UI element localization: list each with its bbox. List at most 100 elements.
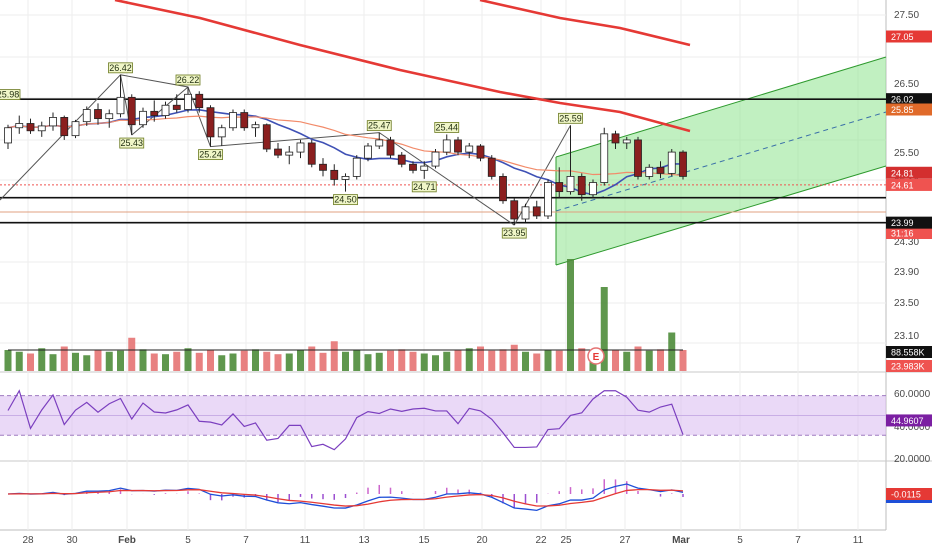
candle-body-42 — [476, 145, 485, 159]
candle-body-26 — [296, 142, 305, 153]
volume-bar-55 — [623, 351, 631, 371]
candle-body-1 — [15, 123, 24, 129]
candle-body-13 — [150, 110, 159, 116]
volume-bar-2 — [27, 353, 34, 371]
candle-body-14 — [161, 104, 170, 116]
volume-bar-49 — [555, 350, 563, 371]
price-tag-label-4: 24.61 — [891, 180, 914, 190]
candle-body-53 — [600, 133, 609, 183]
candle-body-35 — [397, 154, 406, 165]
candle-body-10 — [116, 96, 125, 115]
candle-body-49 — [555, 182, 564, 193]
volume-bar-10 — [117, 350, 124, 371]
page-bg — [0, 0, 932, 550]
price-tag-label-3: 24.81 — [891, 168, 914, 178]
volume-bar-32 — [364, 354, 372, 371]
candle-body-20 — [229, 112, 237, 129]
candle-body-25 — [285, 151, 294, 156]
time-tick-14: 7 — [795, 535, 801, 546]
time-tick-7: 15 — [418, 535, 430, 546]
volume-bar-28 — [319, 352, 327, 371]
price-tick-12: 23.50 — [894, 298, 919, 309]
time-tick-15: 11 — [853, 535, 864, 546]
pivot-label-1: 26.42 — [109, 63, 132, 73]
volume-bar-18 — [207, 350, 214, 371]
candle-body-37 — [420, 165, 429, 171]
volume-bar-8 — [94, 350, 102, 371]
volume-bar-34 — [387, 350, 394, 371]
pivot-label-2: 25.43 — [120, 138, 143, 148]
chart-background — [0, 0, 932, 550]
volume-bar-4 — [49, 354, 57, 371]
candle-body-32 — [364, 145, 372, 159]
price-tag-label-1: 26.02 — [891, 95, 914, 105]
volume-bar-44 — [499, 349, 507, 371]
time-tick-8: 20 — [476, 535, 488, 546]
candle-body-11 — [127, 96, 136, 126]
candle-body-34 — [386, 139, 395, 156]
pivot-label-10: 25.59 — [559, 113, 582, 123]
candle-body-30 — [341, 176, 350, 180]
candle-body-55 — [622, 139, 631, 144]
price-tick-13: 23.10 — [894, 331, 919, 342]
time-tick-5: 11 — [300, 535, 311, 546]
volume-bar-54 — [612, 350, 619, 371]
candle-body-2 — [26, 123, 35, 132]
candle-body-48 — [544, 182, 552, 217]
pivot-label-8: 25.44 — [435, 122, 458, 132]
volume-bar-9 — [105, 351, 113, 371]
candle-body-46 — [521, 206, 530, 220]
volume-bar-37 — [420, 353, 428, 371]
candle-body-7 — [82, 109, 91, 123]
candle-body-50 — [566, 176, 575, 193]
candle-body-29 — [330, 169, 339, 180]
volume-bar-13 — [150, 353, 158, 371]
candle-body-19 — [217, 127, 226, 138]
candle-body-21 — [240, 112, 249, 129]
volume-bar-21 — [240, 350, 248, 371]
volume-bar-41 — [465, 348, 473, 371]
volume-bar-17 — [195, 352, 203, 371]
volume-bar-36 — [409, 351, 417, 371]
macd-tag-label: -0.0115 — [891, 490, 921, 500]
time-tick-12: Mar — [672, 535, 690, 546]
volume-bar-15 — [173, 351, 181, 371]
volume-bar-26 — [297, 350, 304, 371]
volume-bar-43 — [488, 350, 496, 371]
volume-bar-29 — [330, 341, 338, 371]
candle-body-60 — [679, 151, 687, 177]
price-tag-label-2: 25.85 — [891, 105, 914, 115]
candle-body-41 — [465, 145, 474, 153]
volume-bar-30 — [342, 351, 349, 371]
time-tick-13: 5 — [737, 535, 743, 546]
time-tick-2: Feb — [118, 535, 136, 546]
candle-body-54 — [611, 133, 620, 144]
volume-bar-3 — [38, 348, 46, 371]
volume-bar-38 — [432, 355, 439, 371]
time-tick-3: 5 — [185, 535, 191, 546]
pivot-label-6: 24.50 — [334, 195, 357, 205]
candle-body-56 — [634, 139, 642, 177]
volume-bar-19 — [218, 355, 226, 371]
candle-body-59 — [667, 151, 676, 174]
price-tick-11: 23.90 — [894, 267, 919, 278]
volume-bar-40 — [454, 350, 462, 371]
time-tick-10: 25 — [560, 535, 572, 546]
volume-bar-59 — [668, 332, 676, 371]
candle-body-57 — [645, 166, 654, 177]
candle-body-0 — [4, 127, 12, 144]
candle-body-5 — [60, 117, 69, 137]
candle-body-38 — [431, 151, 440, 167]
time-tick-6: 13 — [358, 535, 370, 546]
volume-bar-48 — [544, 350, 552, 371]
volume-bar-23 — [263, 351, 271, 371]
candle-body-31 — [352, 157, 361, 177]
price-tag-label-0: 27.05 — [891, 32, 914, 42]
pivot-label-0: 25.98 — [0, 90, 19, 100]
candle-body-3 — [37, 125, 46, 132]
pivot-label-5: 25.47 — [368, 121, 391, 131]
candle-body-18 — [206, 107, 215, 138]
candle-body-43 — [487, 157, 496, 177]
stock-chart[interactable]: E 25.98 26.42 25.43 26.22 25.24 25.47 24.50 24.… — [0, 0, 932, 550]
volume-bar-47 — [533, 353, 541, 371]
